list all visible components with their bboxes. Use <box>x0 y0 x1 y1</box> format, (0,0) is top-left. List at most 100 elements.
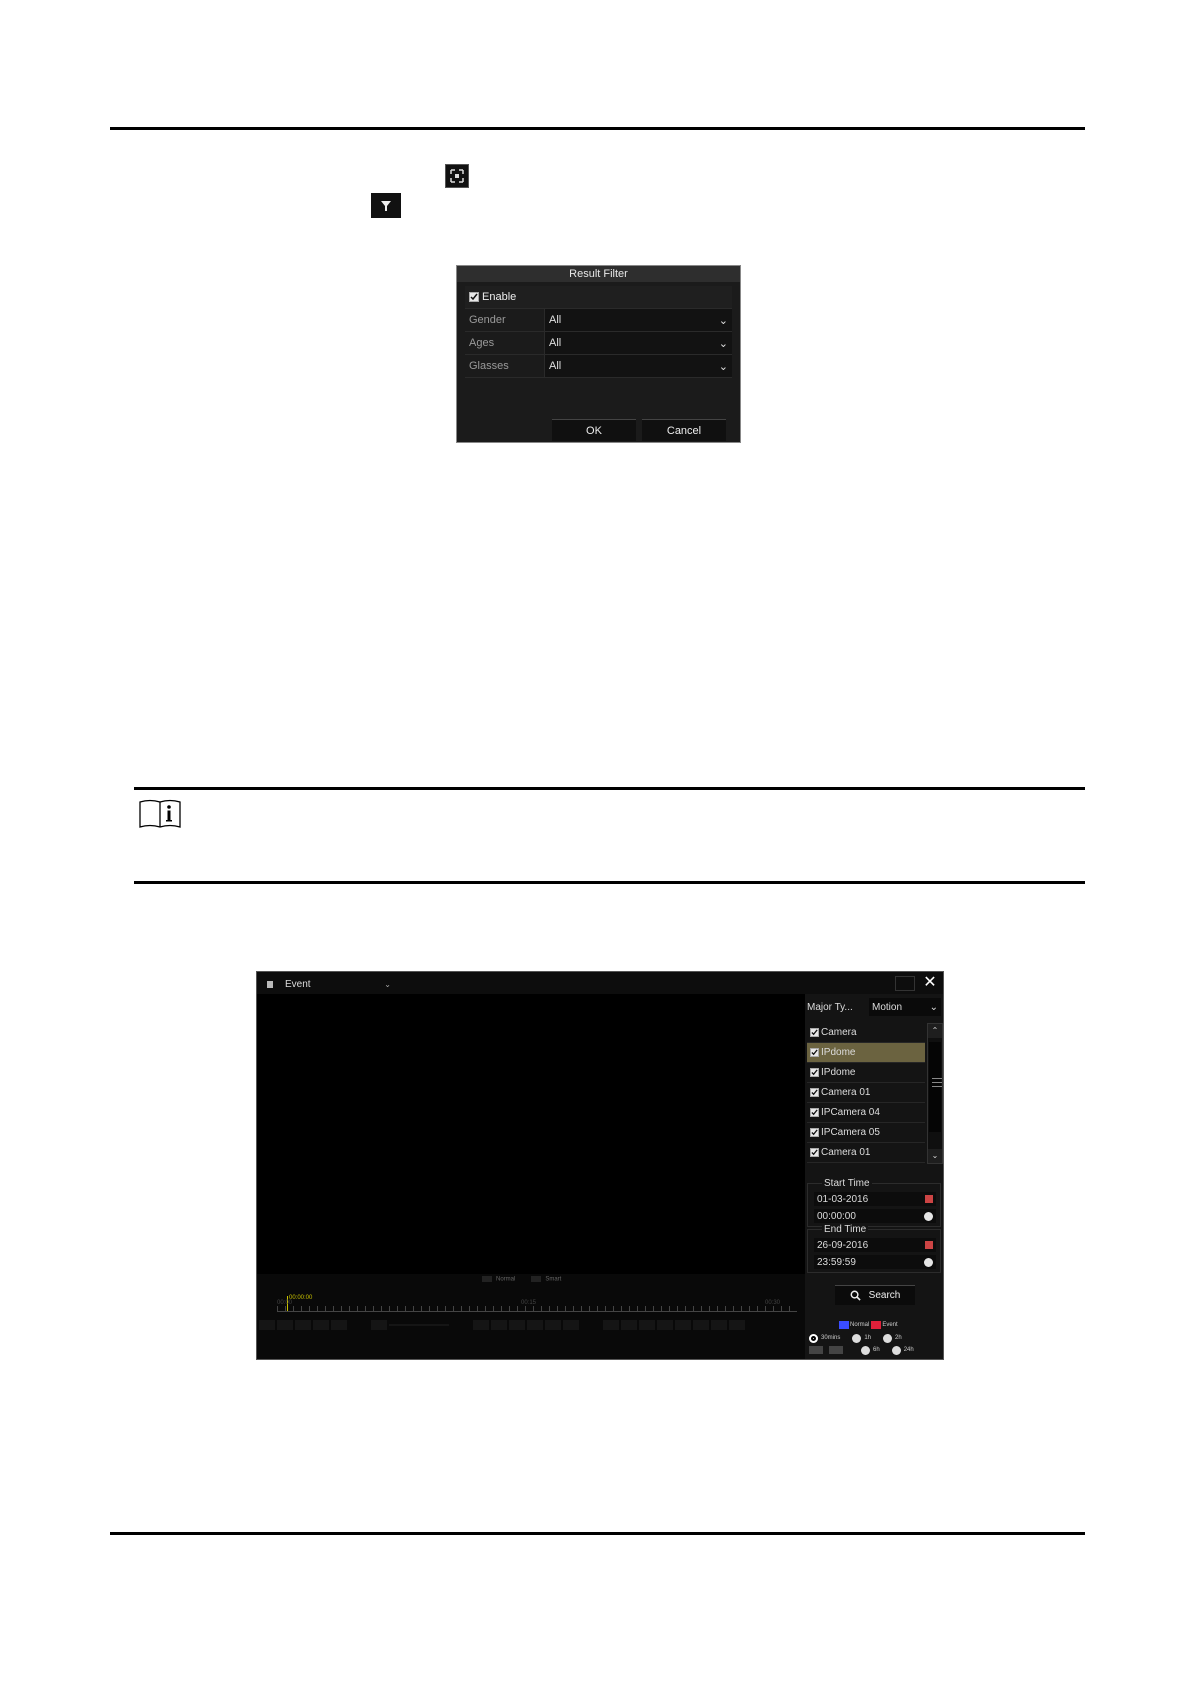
result-filter-dialog: Result Filter Enable Gender All ⌄ Ages Al… <box>456 265 741 443</box>
major-type: Major Ty... Motion ⌄ <box>807 998 941 1016</box>
glasses-label: Glasses <box>465 355 545 377</box>
tool-icon[interactable] <box>491 1320 507 1330</box>
playback-control-icon[interactable] <box>729 1320 745 1330</box>
tool-icon[interactable] <box>473 1320 489 1330</box>
tool-icon[interactable] <box>331 1320 347 1330</box>
playback-control-icon[interactable] <box>675 1320 691 1330</box>
start-date-field[interactable]: 01-03-2016 <box>814 1192 936 1206</box>
range-30mins-radio[interactable]: 30mins <box>809 1333 840 1343</box>
timeline-tick-label: 00:00 <box>277 1300 293 1306</box>
range-6h-radio[interactable]: 6h <box>861 1345 880 1355</box>
tool-icon[interactable] <box>295 1320 311 1330</box>
start-time-field[interactable]: 00:00:00 <box>814 1209 936 1223</box>
tool-icon[interactable] <box>527 1320 543 1330</box>
checkbox-checked-icon <box>810 1088 819 1097</box>
chevron-down-icon: ⌄ <box>929 1001 938 1013</box>
ages-select[interactable]: All ⌄ <box>545 332 732 354</box>
checkbox-checked-icon <box>810 1128 819 1137</box>
playback-toolbar <box>257 1318 805 1332</box>
tool-icon[interactable] <box>259 1320 275 1330</box>
camera-item[interactable]: IPCamera 04 <box>807 1103 925 1123</box>
volume-icon[interactable] <box>371 1320 387 1330</box>
camera-item[interactable]: IPdome <box>807 1063 925 1083</box>
start-time-group: Start Time 01-03-2016 00:00:00 <box>807 1178 941 1227</box>
gender-select[interactable]: All ⌄ <box>545 309 732 331</box>
end-date-field[interactable]: 26-09-2016 <box>814 1238 936 1252</box>
tool-icon[interactable] <box>563 1320 579 1330</box>
range-24h-radio[interactable]: 24h <box>891 1345 914 1355</box>
chevron-down-icon: ⌄ <box>384 979 391 989</box>
camera-item[interactable]: IPCamera 05 <box>807 1123 925 1143</box>
playback-window: Event ⌄ ✕ Major Ty... Motion ⌄ Camera IPd… <box>256 971 944 1360</box>
major-type-label: Major Ty... <box>807 1001 853 1013</box>
volume-slider[interactable] <box>389 1324 449 1326</box>
normal-swatch <box>839 1321 849 1329</box>
fullscreen-icon <box>445 164 469 188</box>
event-swatch <box>871 1321 882 1329</box>
chevron-down-icon: ⌄ <box>718 337 728 350</box>
enable-checkbox[interactable]: Enable <box>465 286 732 309</box>
major-type-select[interactable]: Motion ⌄ <box>869 998 941 1016</box>
playback-control-icon[interactable] <box>639 1320 655 1330</box>
info-book-icon <box>138 798 182 830</box>
close-icon[interactable]: ✕ <box>921 974 939 992</box>
gender-row: Gender All ⌄ <box>465 309 732 332</box>
camera-item[interactable]: IPdome <box>807 1043 925 1063</box>
record-type-legend: Normal Event <box>839 1321 898 1329</box>
camera-list-scrollbar[interactable]: ⌃ ⌄ <box>927 1023 943 1164</box>
playback-control-icon[interactable] <box>711 1320 727 1330</box>
checkbox-checked-icon <box>810 1108 819 1117</box>
clock-icon[interactable] <box>924 1211 933 1221</box>
timeline-legend: Normal Smart <box>482 1276 561 1283</box>
maximize-icon[interactable] <box>895 976 915 991</box>
playback-control-icon[interactable] <box>603 1320 619 1330</box>
playback-control-icon[interactable] <box>693 1320 709 1330</box>
range-1h-radio[interactable]: 1h <box>852 1333 871 1343</box>
end-time-title: End Time <box>822 1224 869 1235</box>
playback-control-icon[interactable] <box>621 1320 637 1330</box>
chevron-up-icon[interactable]: ⌃ <box>928 1024 942 1038</box>
glasses-select[interactable]: All ⌄ <box>545 355 732 377</box>
range-2h-radio[interactable]: 2h <box>883 1333 902 1343</box>
calendar-icon[interactable] <box>925 1195 933 1203</box>
checkbox-checked-icon <box>810 1148 819 1157</box>
calendar-icon[interactable] <box>925 1241 933 1249</box>
enable-label: Enable <box>482 291 517 303</box>
timeline-cursor-time: 00:00:00 <box>289 1295 313 1301</box>
checkbox-checked-icon <box>810 1048 819 1057</box>
camera-list: Camera IPdome IPdome Camera 01 IPCamera … <box>807 1023 925 1163</box>
video-area[interactable] <box>257 994 805 1274</box>
tool-icon[interactable] <box>277 1320 293 1330</box>
playback-sidebar: Major Ty... Motion ⌄ Camera IPdome IPdome… <box>805 994 943 1359</box>
camera-item[interactable]: Camera <box>807 1023 925 1043</box>
zoom-in-button[interactable] <box>829 1346 843 1354</box>
checkbox-checked-icon <box>810 1028 819 1037</box>
footer-rule <box>110 1532 1085 1535</box>
playback-mode-select[interactable]: Event ⌄ <box>267 976 391 992</box>
clock-icon[interactable] <box>924 1257 933 1267</box>
settings-icon[interactable] <box>545 1320 561 1330</box>
cancel-button[interactable]: Cancel <box>642 419 726 441</box>
timeline-ticks <box>277 1306 797 1312</box>
timeline-tick-label: 00:15 <box>521 1300 537 1306</box>
zoom-out-button[interactable] <box>809 1346 823 1354</box>
tool-icon[interactable] <box>313 1320 329 1330</box>
playback-timeline[interactable]: Normal Smart 00:00:00 00:00 00:15 00:30 <box>257 1274 805 1359</box>
tool-icon[interactable] <box>509 1320 525 1330</box>
playback-control-icon[interactable] <box>657 1320 673 1330</box>
search-button[interactable]: Search <box>835 1285 915 1305</box>
ok-button[interactable]: OK <box>552 419 636 441</box>
checkbox-checked-icon <box>810 1068 819 1077</box>
scrollbar-thumb[interactable] <box>929 1042 942 1132</box>
gender-label: Gender <box>465 309 545 331</box>
end-time-field[interactable]: 23:59:59 <box>814 1255 936 1269</box>
start-time-title: Start Time <box>822 1178 872 1189</box>
header-rule <box>110 127 1085 130</box>
camera-item[interactable]: Camera 01 <box>807 1083 925 1103</box>
chevron-down-icon[interactable]: ⌄ <box>928 1149 942 1163</box>
note-top-rule <box>134 787 1085 790</box>
filter-icon <box>371 193 401 218</box>
camera-item[interactable]: Camera 01 <box>807 1143 925 1163</box>
glasses-row: Glasses All ⌄ <box>465 355 732 378</box>
event-icon <box>267 980 273 988</box>
